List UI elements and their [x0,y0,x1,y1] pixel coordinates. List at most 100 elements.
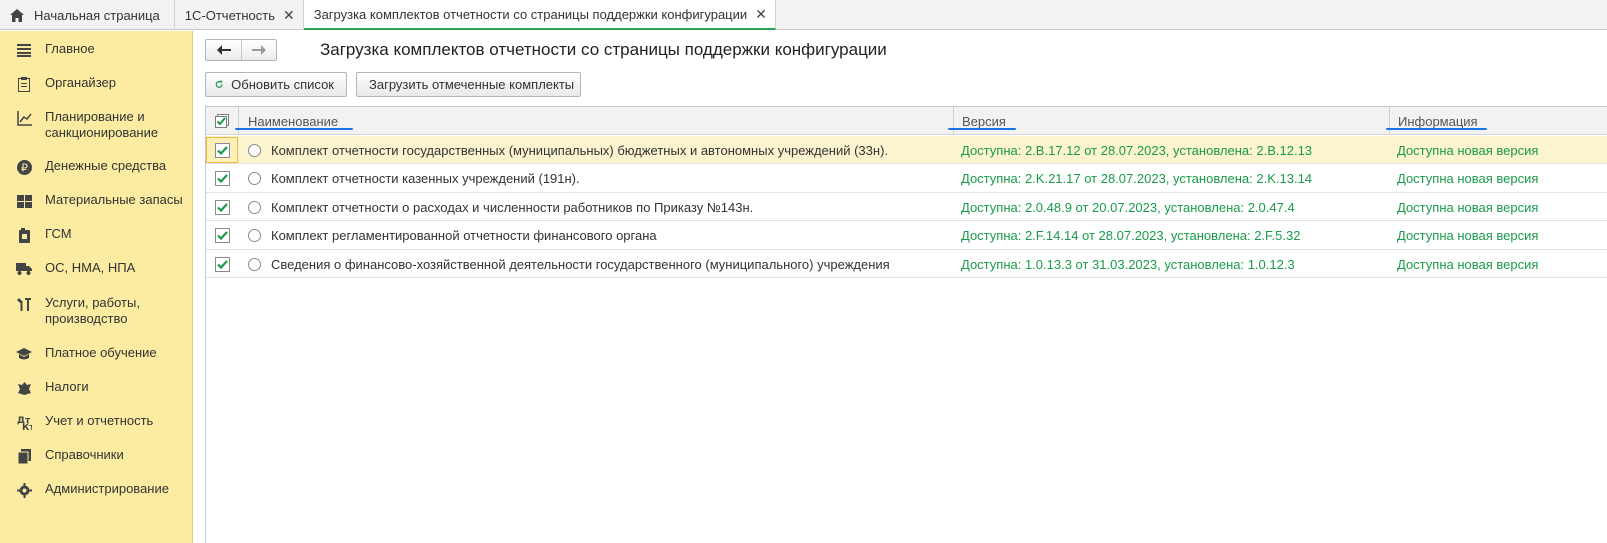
version-cell: Доступна: 2.B.17.12 от 28.07.2023, устан… [961,142,1313,158]
load-selected-button[interactable]: Загрузить отмеченные комплекты [356,72,581,97]
check-all-icon [215,114,229,128]
row-checkbox-cell[interactable] [206,251,238,277]
sidebar-item-main[interactable]: Главное [0,41,193,58]
gear-icon [16,482,32,498]
svg-text:₽: ₽ [21,161,28,174]
sidebar-item-label: Справочники [45,447,124,462]
sidebar: Главное Органайзер Планирование и санкци… [0,31,193,543]
table-row[interactable]: Сведения о финансово-хозяйственной деяте… [206,250,1607,278]
info-cell: Доступна новая версия [1397,256,1539,272]
main-content: Загрузка комплектов отчетности со страни… [194,31,1607,543]
sidebar-item-label: Главное [45,41,95,56]
emblem-icon [16,380,32,396]
row-checkbox[interactable] [214,256,230,272]
column-header-version[interactable]: Версия [962,107,1006,135]
row-checkbox[interactable] [214,199,230,215]
planning-icon [16,110,32,126]
version-cell: Доступна: 2.F.14.14 от 28.07.2023, устан… [961,228,1301,243]
name-cell: Комплект отчетности государственных (мун… [248,136,888,164]
tab-label: Начальная страница [34,7,160,23]
name-cell: Сведения о финансово-хозяйственной деяте… [248,250,890,278]
table-row[interactable]: Комплект отчетности государственных (мун… [206,136,1607,164]
checkmark-icon [216,231,228,240]
truck-icon [16,261,32,277]
info-cell: Доступна новая версия [1397,199,1539,215]
row-checkbox-cell[interactable] [206,223,238,249]
page-title: Загрузка комплектов отчетности со страни… [320,40,887,59]
refresh-list-button[interactable]: Обновить список [205,72,347,97]
tab-home[interactable]: Начальная страница [0,0,175,30]
close-icon[interactable]: ✕ [283,7,295,24]
package-name: Комплект отчетности о расходах и численн… [271,199,754,215]
sidebar-item-label: Услуги, работы, производство [45,295,140,326]
row-radio[interactable] [248,257,261,271]
row-checkbox[interactable] [214,228,230,243]
table-row[interactable]: Комплект отчетности о расходах и численн… [206,193,1607,221]
tab-load-reports[interactable]: Загрузка комплектов отчетности со страни… [303,0,776,30]
select-all-toggle[interactable] [206,107,238,135]
refresh-icon [215,80,223,88]
sidebar-item-accounting[interactable]: Дт Кт Учет и отчетность [0,413,193,430]
checkmark-icon [216,174,228,183]
home-icon [10,8,24,22]
row-checkbox[interactable] [214,171,230,186]
svg-text:Кт: Кт [22,423,32,430]
column-header-info[interactable]: Информация [1398,107,1478,135]
column-header-name[interactable]: Наименование [248,107,338,135]
sidebar-item-label: Платное обучение [45,345,157,360]
close-icon[interactable]: ✕ [755,6,767,23]
sidebar-item-label: Налоги [45,379,89,394]
tab-label: 1С-Отчетность [184,7,275,23]
sidebar-item-fuel[interactable]: ГСМ [0,226,193,243]
package-name: Комплект отчетности казенных учреждений … [271,171,580,186]
sidebar-item-label: Планирование и санкционирование [45,109,159,140]
sidebar-item-planning[interactable]: Планирование и санкционирование [0,109,193,141]
table-row[interactable]: Комплект отчетности казенных учреждений … [206,165,1607,193]
row-radio[interactable] [248,143,261,157]
info-cell: Доступна новая версия [1397,142,1539,158]
row-checkbox-cell[interactable] [206,166,238,192]
back-button[interactable] [206,40,241,60]
sidebar-item-taxes[interactable]: Налоги [0,379,193,396]
arrow-right-icon [252,45,266,55]
arrow-left-icon [216,45,231,55]
row-radio[interactable] [248,172,261,185]
sidebar-item-label: ОС, НМА, НПА [45,260,136,275]
sidebar-item-label: Органайзер [45,75,116,90]
organizer-icon [16,76,32,92]
name-cell: Комплект регламентированной отчетности ф… [248,222,657,250]
info-cell: Доступна новая версия [1397,171,1539,186]
sidebar-item-stock[interactable]: Материальные запасы [0,192,193,209]
row-checkbox-cell[interactable] [206,194,238,220]
sidebar-item-label: Учет и отчетность [45,413,154,428]
nav-buttons [205,39,277,61]
info-cell: Доступна новая версия [1397,228,1539,243]
sidebar-item-assets[interactable]: ОС, НМА, НПА [0,260,193,277]
tab-1c-reporting[interactable]: 1С-Отчетность ✕ [175,0,304,30]
package-name: Комплект регламентированной отчетности ф… [271,228,657,243]
sidebar-item-education[interactable]: Платное обучение [0,345,193,362]
row-checkbox-cell[interactable] [206,137,238,163]
fuel-icon [16,227,32,243]
sidebar-item-references[interactable]: Справочники [0,447,193,464]
sidebar-item-admin[interactable]: Администрирование [0,481,193,498]
table-row[interactable]: Комплект регламентированной отчетности ф… [206,222,1607,250]
name-cell: Комплект отчетности казенных учреждений … [248,165,580,193]
forward-button[interactable] [241,40,276,60]
packages-table: Наименование Версия Информация Комплект … [205,106,1607,543]
row-radio[interactable] [248,200,261,214]
package-name: Комплект отчетности государственных (мун… [271,142,889,158]
sidebar-item-money[interactable]: ₽ Денежные средства [0,158,193,175]
refresh-label: Обновить список [231,77,334,92]
table-header: Наименование Версия Информация [206,107,1607,135]
row-radio[interactable] [248,229,261,242]
package-name: Сведения о финансово-хозяйственной деяте… [271,256,890,272]
sidebar-item-label: ГСМ [45,226,72,241]
row-checkbox[interactable] [214,142,230,158]
sidebar-item-organizer[interactable]: Органайзер [0,75,193,92]
stock-icon [16,193,32,209]
checkmark-icon [216,259,228,269]
version-cell: Доступна: 1.0.13.3 от 31.03.2023, устано… [961,256,1295,272]
checkmark-icon [216,202,228,212]
sidebar-item-services[interactable]: Услуги, работы, производство [0,295,193,327]
